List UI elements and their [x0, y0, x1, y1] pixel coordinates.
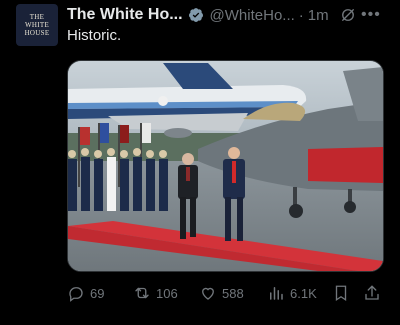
- repost-button[interactable]: 106: [133, 284, 178, 302]
- separator-dot: ·: [298, 6, 304, 24]
- avatar-line2: HOUSE: [24, 29, 50, 37]
- reply-count: 69: [90, 285, 105, 301]
- repost-icon: [135, 287, 149, 299]
- avatar-line1: WHITE: [24, 21, 50, 29]
- like-count: 588: [222, 285, 244, 301]
- heart-icon: [202, 287, 214, 300]
- author-handle[interactable]: @WhiteHo...: [210, 7, 295, 24]
- post-photo[interactable]: [67, 60, 384, 272]
- bookmark-button[interactable]: [332, 284, 350, 302]
- views-bar-icon: [270, 287, 283, 300]
- reply-button[interactable]: 69: [67, 284, 104, 302]
- post-text: Historic.: [67, 27, 122, 44]
- like-button[interactable]: 588: [199, 284, 244, 302]
- share-icon: [365, 285, 379, 300]
- action-bar: 69 106 588 6.1K: [67, 284, 387, 304]
- views-button[interactable]: 6.1K: [267, 284, 317, 302]
- author-name[interactable]: The White Ho...: [67, 6, 183, 24]
- avatar-prefix: THE: [29, 13, 45, 21]
- share-button[interactable]: [363, 284, 381, 302]
- verified-badge-icon: [188, 7, 204, 23]
- grok-icon[interactable]: [339, 6, 357, 24]
- reply-icon: [69, 287, 83, 302]
- more-options-icon[interactable]: •••: [361, 6, 381, 24]
- avatar[interactable]: THE WHITE HOUSE: [16, 4, 58, 46]
- bookmark-icon: [335, 285, 347, 302]
- post-time[interactable]: 1m: [308, 7, 329, 24]
- views-count: 6.1K: [290, 285, 317, 301]
- repost-count: 106: [156, 285, 178, 301]
- post-header: The White Ho... @WhiteHo... · 1m •••: [67, 5, 392, 25]
